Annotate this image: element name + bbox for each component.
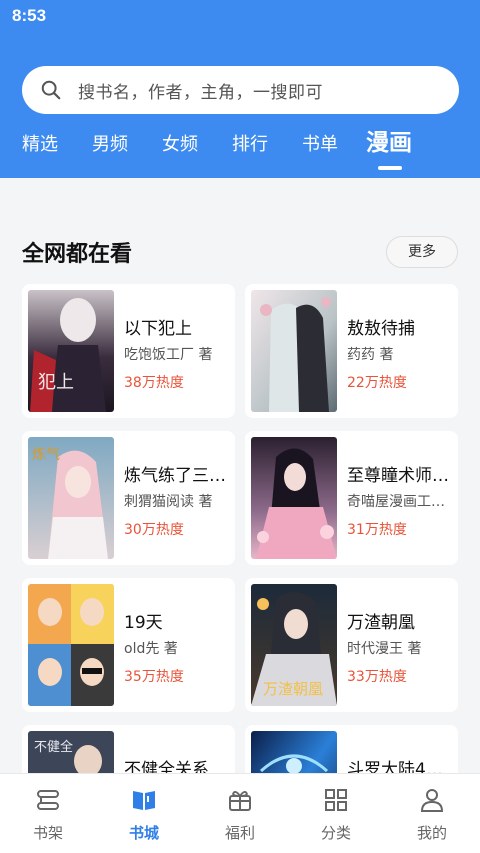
gift-icon	[229, 791, 251, 811]
book-card[interactable]: 19天 old先 著 35万热度	[22, 578, 235, 712]
book-author: 药药 著	[347, 347, 394, 363]
book-heat: 30万热度	[124, 522, 184, 538]
category-tabs: 精选 男频 女频 排行 书单 漫画	[0, 130, 480, 170]
nav-label: 福利	[224, 824, 255, 842]
book-card[interactable]: 犯上 以下犯上 吃饱饭工厂 著 38万热度	[22, 284, 235, 418]
book-author: 奇喵屋漫画工作室 著	[347, 494, 455, 510]
search-icon	[41, 80, 61, 100]
tab-jingxuan[interactable]: 精选	[22, 130, 58, 160]
book-heat: 22万热度	[347, 375, 407, 391]
svg-text:万渣朝凰: 万渣朝凰	[263, 680, 323, 698]
bottom-nav: 书架 书城 福利 分类 我的	[0, 773, 480, 853]
bookshelf-icon	[37, 790, 59, 810]
search-placeholder: 搜书名，作者，主角，一搜即可	[78, 82, 323, 103]
search-bar[interactable]: 搜书名，作者，主角，一搜即可	[22, 66, 459, 114]
book-author: 吃饱饭工厂 著	[124, 347, 213, 363]
nav-bookstore[interactable]: 书城	[96, 774, 192, 853]
book-card[interactable]: 敖敖待捕 药药 著 22万热度	[245, 284, 458, 418]
book-heat: 33万热度	[347, 669, 407, 685]
book-title: 至尊瞳术师绝世大小姐	[347, 466, 455, 486]
book-title: 以下犯上	[124, 319, 192, 339]
nav-label: 我的	[416, 824, 447, 842]
book-open-icon	[133, 791, 155, 810]
grid-icon	[325, 789, 347, 811]
nav-bookshelf[interactable]: 书架	[0, 774, 96, 853]
tab-shudan[interactable]: 书单	[302, 130, 338, 160]
nav-label: 书城	[128, 824, 159, 842]
section-title: 全网都在看	[22, 242, 133, 267]
book-cover	[28, 584, 114, 706]
svg-text:炼气: 炼气	[32, 447, 60, 463]
book-heat: 38万热度	[124, 375, 184, 391]
nav-label: 分类	[320, 824, 351, 842]
book-title: 敖敖待捕	[347, 319, 415, 339]
book-author: old先 著	[124, 641, 178, 657]
book-card[interactable]: 至尊瞳术师绝世大小姐 奇喵屋漫画工作室 著 31万热度	[245, 431, 458, 565]
book-cover: 万渣朝凰	[251, 584, 337, 706]
nav-label: 书架	[32, 824, 63, 842]
more-button[interactable]: 更多	[386, 236, 458, 268]
book-title: 炼气练了三千年	[124, 466, 232, 486]
book-cover	[251, 437, 337, 559]
book-cover: 犯上	[28, 290, 114, 412]
book-cover: 炼气	[28, 437, 114, 559]
book-heat: 35万热度	[124, 669, 184, 685]
book-author: 时代漫王 著	[347, 641, 422, 657]
svg-text:不健全: 不健全	[34, 739, 73, 755]
tab-paihang[interactable]: 排行	[232, 130, 268, 160]
nav-mine[interactable]: 我的	[384, 774, 480, 853]
book-card[interactable]: 万渣朝凰 万渣朝凰 时代漫王 著 33万热度	[245, 578, 458, 712]
book-heat: 31万热度	[347, 522, 407, 538]
book-author: 刺猬猫阅读 著	[124, 494, 213, 510]
svg-text:犯上: 犯上	[38, 372, 74, 393]
status-time: 8:53	[12, 6, 47, 25]
book-title: 19天	[124, 613, 163, 633]
nav-category[interactable]: 分类	[288, 774, 384, 853]
tab-manhua[interactable]: 漫画	[366, 128, 412, 158]
book-card[interactable]: 炼气 炼气练了三千年 刺猬猫阅读 著 30万热度	[22, 431, 235, 565]
tab-nvpin[interactable]: 女频	[162, 130, 198, 160]
book-cover	[251, 290, 337, 412]
nav-welfare[interactable]: 福利	[192, 774, 288, 853]
top-header: 8:53 搜书名，作者，主角，一搜即可 精选 男频 女频 排行 书单 漫画	[0, 0, 480, 178]
tab-nanpin[interactable]: 男频	[92, 130, 128, 160]
user-icon	[420, 789, 444, 812]
book-title: 万渣朝凰	[347, 613, 415, 633]
active-tab-indicator	[378, 166, 402, 170]
